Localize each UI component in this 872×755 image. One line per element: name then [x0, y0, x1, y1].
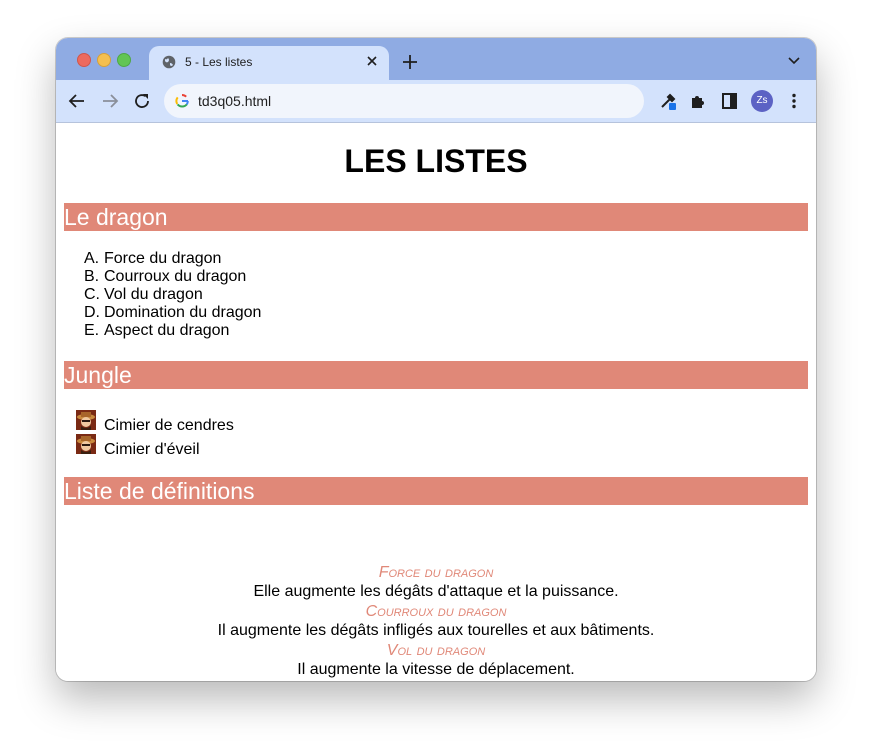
list-item-text: Cimier d'éveil: [104, 441, 200, 458]
list-item: B. Courroux du dragon: [84, 268, 261, 286]
definition-term: Vol du dragon: [386, 642, 486, 659]
page-title: LES LISTES: [344, 143, 528, 179]
maximize-window-button[interactable]: [117, 53, 131, 67]
close-icon[interactable]: [365, 54, 379, 68]
definition-description: Il augmente la vitesse de déplacement.: [297, 661, 575, 678]
toolbar: td3q05.html Zs: [56, 80, 816, 123]
url-text[interactable]: td3q05.html: [198, 93, 271, 109]
list-item-text: Courroux du dragon: [104, 268, 247, 285]
chevron-down-icon[interactable]: [788, 57, 800, 65]
browser-window: 5 - Les listes td3q05.html Zs LES LISTES…: [56, 38, 816, 681]
list-item: E. Aspect du dragon: [84, 322, 261, 340]
list-item-text: Force du dragon: [104, 250, 222, 267]
list-item-text: Cimier de cendres: [104, 417, 234, 434]
list-item-text: Domination du dragon: [104, 304, 262, 321]
reload-icon[interactable]: [133, 92, 151, 110]
list-item: D. Domination du dragon: [84, 304, 261, 322]
list-marker: E.: [84, 322, 100, 339]
definition-description: Il augmente les dégâts infligés aux tour…: [217, 622, 655, 639]
section-heading-dragon: Le dragon: [64, 203, 808, 231]
section-heading-definitions: Liste de définitions: [64, 477, 808, 505]
tab-title: 5 - Les listes: [185, 55, 253, 69]
list-marker: B.: [84, 268, 100, 285]
list-item: A. Force du dragon: [84, 250, 261, 268]
list-item-text: Aspect du dragon: [104, 322, 230, 339]
minimize-window-button[interactable]: [97, 53, 111, 67]
profile-avatar[interactable]: Zs: [751, 90, 773, 112]
close-window-button[interactable]: [77, 53, 91, 67]
list-item-text: Vol du dragon: [104, 286, 203, 303]
champion-portrait-icon: [76, 410, 96, 430]
google-icon: [175, 94, 189, 108]
forward-arrow-icon[interactable]: [101, 92, 119, 110]
tab-bar: 5 - Les listes: [56, 38, 816, 80]
address-bar[interactable]: td3q05.html: [164, 84, 644, 118]
new-tab-icon[interactable]: [402, 54, 418, 70]
tab-active[interactable]: 5 - Les listes: [149, 46, 389, 80]
list-marker: A.: [84, 250, 100, 267]
globe-icon: [162, 55, 176, 69]
section-heading-jungle: Jungle: [64, 361, 808, 389]
definition-term: Force du dragon: [378, 564, 494, 581]
list-marker: D.: [84, 304, 100, 321]
eyedropper-extension-icon[interactable]: [659, 92, 677, 110]
puzzle-icon[interactable]: [689, 92, 707, 110]
side-panel-icon[interactable]: [721, 92, 739, 110]
definition-list: Force du dragon Elle augmente les dégâts…: [56, 563, 816, 680]
page-content: LES LISTES Le dragon A. Force du dragon B…: [56, 123, 816, 681]
more-menu-icon[interactable]: [785, 92, 803, 110]
definition-term: Courroux du dragon: [365, 603, 507, 620]
back-arrow-icon[interactable]: [68, 92, 86, 110]
definition-description: Elle augmente les dégâts d'attaque et la…: [253, 583, 619, 600]
list-marker: C.: [84, 286, 100, 303]
list-item: C. Vol du dragon: [84, 286, 261, 304]
champion-portrait-icon: [76, 434, 96, 454]
ordered-list: A. Force du dragon B. Courroux du dragon C…: [84, 250, 261, 340]
